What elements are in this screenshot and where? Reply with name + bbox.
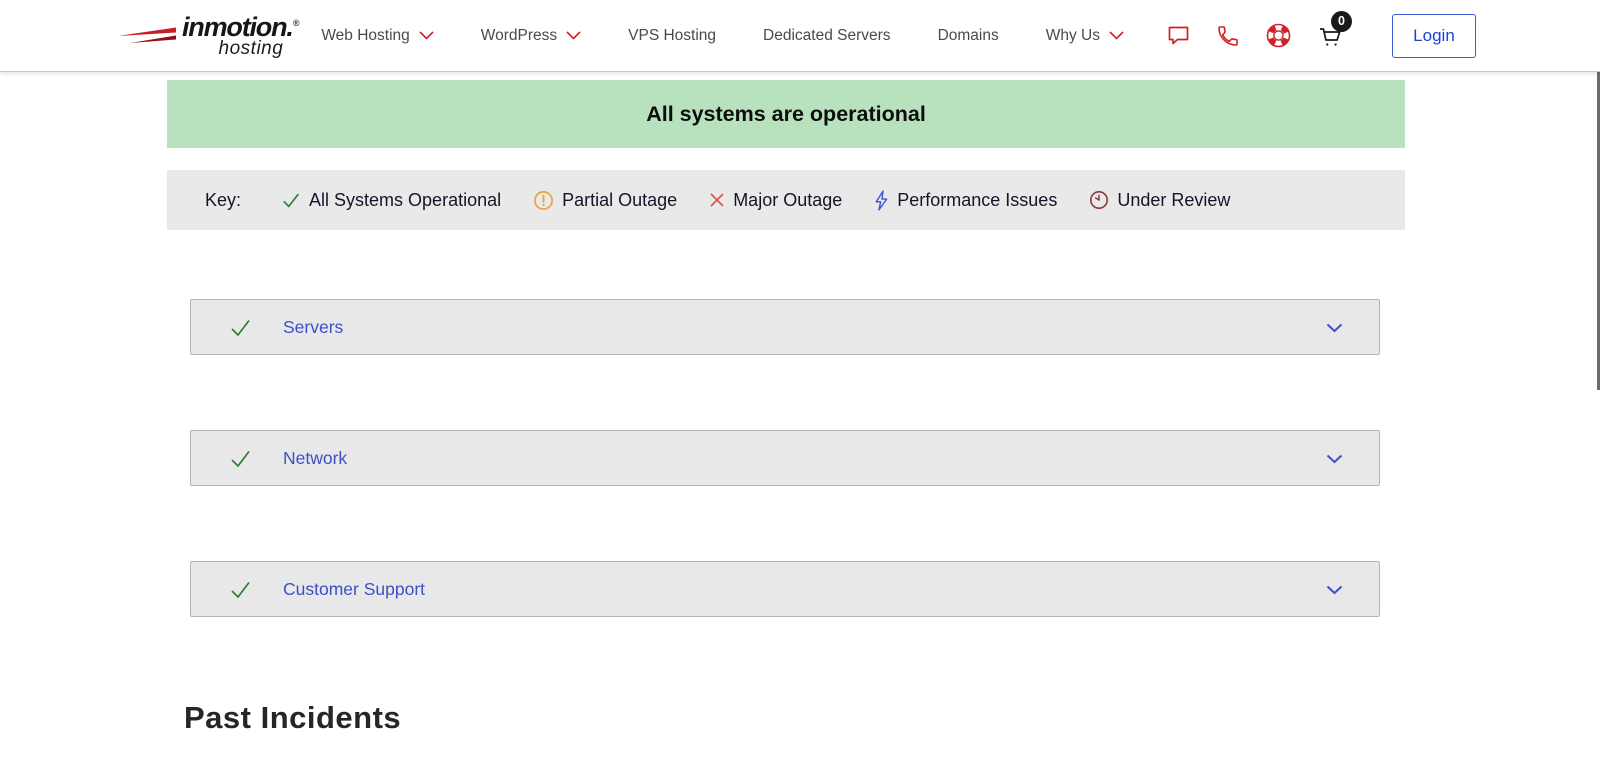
phone-icon[interactable] (1216, 24, 1240, 48)
nav-label: Dedicated Servers (763, 27, 891, 45)
section-row-customer-support[interactable]: Customer Support (190, 561, 1380, 617)
key-performance-issues: Performance Issues (874, 190, 1057, 211)
key-item-label: Under Review (1117, 190, 1230, 211)
logo-brand: inmotion.® (182, 14, 299, 41)
key-item-label: Partial Outage (562, 190, 677, 211)
chevron-down-icon (566, 31, 581, 40)
under-review-icon (1089, 190, 1109, 210)
nav-label: WordPress (481, 27, 557, 45)
chevron-down-icon (1326, 585, 1343, 595)
key-partial-outage: Partial Outage (533, 190, 677, 211)
nav-label: Web Hosting (321, 27, 409, 45)
status-banner-text: All systems are operational (646, 102, 926, 127)
nav-wordpress[interactable]: WordPress (481, 27, 581, 45)
performance-issues-icon (874, 190, 889, 211)
key-under-review: Under Review (1089, 190, 1230, 211)
section-row-network[interactable]: Network (190, 430, 1380, 486)
check-icon (281, 190, 301, 210)
nav-why-us[interactable]: Why Us (1046, 27, 1124, 45)
chevron-down-icon (1326, 323, 1343, 333)
status-key-bar: Key: All Systems Operational Partial Out… (167, 170, 1405, 230)
check-icon (229, 578, 252, 601)
key-item-label: Performance Issues (897, 190, 1057, 211)
nav-label: Domains (938, 27, 999, 45)
main-nav: Web Hosting WordPress VPS Hosting Dedica… (321, 27, 1124, 45)
nav-vps-hosting[interactable]: VPS Hosting (628, 27, 716, 45)
section-label: Customer Support (283, 579, 425, 600)
nav-domains[interactable]: Domains (938, 27, 999, 45)
past-incidents-heading: Past Incidents (184, 700, 401, 736)
section-label: Servers (283, 317, 343, 338)
inmotion-logo[interactable]: inmotion.® hosting (118, 14, 299, 58)
nav-label: VPS Hosting (628, 27, 716, 45)
cart-count-badge: 0 (1331, 11, 1352, 32)
logo-text: inmotion.® hosting (182, 14, 299, 58)
login-button[interactable]: Login (1392, 14, 1476, 58)
header-icon-group: 0 (1166, 22, 1344, 49)
check-icon (229, 316, 252, 339)
key-label: Key: (205, 190, 241, 211)
chevron-down-icon (419, 31, 434, 40)
key-major-outage: Major Outage (709, 190, 842, 211)
chevron-down-icon (1109, 31, 1124, 40)
nav-label: Why Us (1046, 27, 1100, 45)
section-row-servers[interactable]: Servers (190, 299, 1380, 355)
cart-icon[interactable]: 0 (1317, 23, 1344, 49)
key-all-systems-operational: All Systems Operational (281, 190, 501, 211)
status-banner: All systems are operational (167, 80, 1405, 148)
chevron-down-icon (1326, 454, 1343, 464)
nav-dedicated-servers[interactable]: Dedicated Servers (763, 27, 891, 45)
major-outage-icon (709, 192, 725, 208)
logo-swoosh-icon (118, 26, 180, 52)
check-icon (229, 447, 252, 470)
key-item-label: Major Outage (733, 190, 842, 211)
chat-icon[interactable] (1166, 24, 1191, 47)
section-label: Network (283, 448, 347, 469)
partial-outage-icon (533, 190, 554, 211)
key-item-label: All Systems Operational (309, 190, 501, 211)
site-header: inmotion.® hosting Web Hosting WordPress… (0, 0, 1600, 72)
registered-mark: ® (293, 18, 300, 28)
lifering-icon[interactable] (1265, 22, 1292, 49)
nav-web-hosting[interactable]: Web Hosting (321, 27, 433, 45)
